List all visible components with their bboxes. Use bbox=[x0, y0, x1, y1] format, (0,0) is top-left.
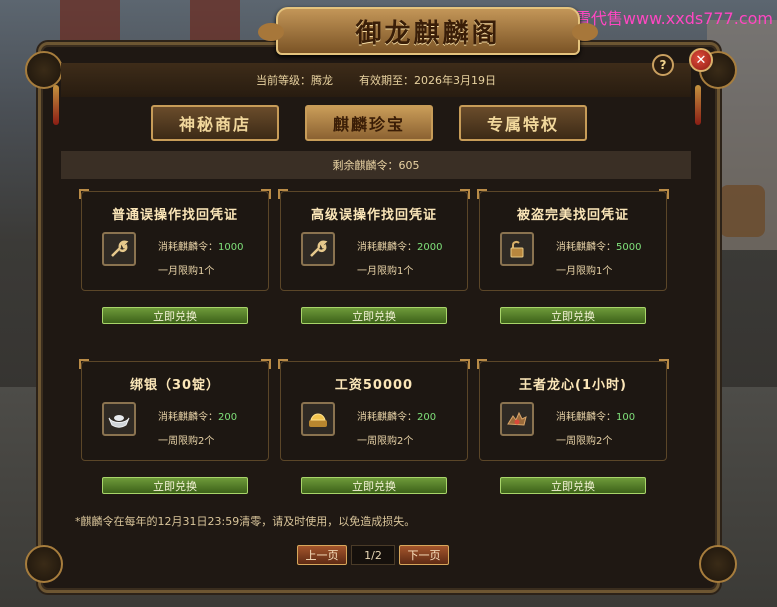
item-title: 绑银（30锭） bbox=[129, 378, 221, 393]
item-title: 工资50000 bbox=[334, 378, 414, 393]
cost-value: 100 bbox=[616, 412, 636, 423]
corner-ornament bbox=[25, 545, 63, 583]
card-corner bbox=[460, 189, 470, 199]
cost-label: 消耗麒麟令： bbox=[158, 412, 218, 423]
card-corner bbox=[278, 359, 288, 369]
cost-label: 消耗麒麟令： bbox=[556, 242, 616, 253]
item-title: 王者龙心(1小时) bbox=[519, 378, 627, 393]
purchase-limit: 一月限购1个 bbox=[357, 266, 414, 277]
next-page-button[interactable]: 下一页 bbox=[399, 545, 449, 565]
item-title: 被盗完美找回凭证 bbox=[516, 208, 629, 223]
exchange-button[interactable]: 立即兑换 bbox=[102, 477, 248, 494]
card-corner bbox=[477, 189, 487, 199]
item-cost: 消耗麒麟令：5000 bbox=[556, 238, 641, 253]
remaining-tokens: 剩余麒麟令：605 bbox=[61, 151, 691, 179]
item-cost: 消耗麒麟令：200 bbox=[357, 408, 436, 423]
exchange-button[interactable]: 立即兑换 bbox=[500, 307, 646, 324]
gold-ingot-icon[interactable] bbox=[301, 402, 335, 436]
tassel-decoration bbox=[695, 85, 701, 125]
corner-ornament bbox=[25, 51, 63, 89]
dragon-heart-icon[interactable] bbox=[500, 402, 534, 436]
status-bar: 当前等级：腾龙 有效期至：2026年3月19日 bbox=[61, 63, 691, 97]
card-corner bbox=[79, 189, 89, 199]
purchase-limit: 一月限购1个 bbox=[158, 266, 215, 277]
wrench-icon[interactable] bbox=[301, 232, 335, 266]
card-corner bbox=[261, 359, 271, 369]
item-cost: 消耗麒麟令：200 bbox=[158, 408, 237, 423]
tab-mystery-shop[interactable]: 神秘商店 bbox=[151, 105, 279, 141]
shop-item-card: 工资50000 消耗麒麟令：200 一周限购2个 bbox=[278, 359, 470, 461]
lock-icon[interactable] bbox=[500, 232, 534, 266]
wrench-icon[interactable] bbox=[102, 232, 136, 266]
cost-label: 消耗麒麟令： bbox=[158, 242, 218, 253]
cost-value: 1000 bbox=[218, 242, 244, 253]
card-corner bbox=[278, 189, 288, 199]
tab-bar: 神秘商店 麒麟珍宝 专属特权 bbox=[151, 105, 611, 143]
cost-label: 消耗麒麟令： bbox=[357, 242, 417, 253]
expire-date-text: 有效期至：2026年3月19日 bbox=[359, 74, 496, 87]
help-button[interactable]: ? bbox=[652, 54, 674, 76]
title-ornament bbox=[258, 23, 284, 41]
page-indicator: 1/2 bbox=[351, 545, 395, 565]
cost-label: 消耗麒麟令： bbox=[357, 412, 417, 423]
tab-exclusive-privilege[interactable]: 专属特权 bbox=[459, 105, 587, 141]
exchange-button[interactable]: 立即兑换 bbox=[500, 477, 646, 494]
shop-item-card: 普通误操作找回凭证 消耗麒麟令：1000 一月限购1个 bbox=[79, 189, 271, 291]
exchange-button[interactable]: 立即兑换 bbox=[301, 477, 447, 494]
cost-value: 200 bbox=[417, 412, 437, 423]
card-corner bbox=[659, 189, 669, 199]
cost-label: 消耗麒麟令： bbox=[556, 412, 616, 423]
card-corner bbox=[477, 359, 487, 369]
pagination: 上一页 1/2 下一页 bbox=[297, 545, 449, 565]
item-cost: 消耗麒麟令：1000 bbox=[158, 238, 243, 253]
tassel-decoration bbox=[53, 85, 59, 125]
purchase-limit: 一周限购2个 bbox=[357, 436, 414, 447]
card-corner bbox=[460, 359, 470, 369]
reset-notice: *麒麟令在每年的12月31日23:59清零，请及时使用，以免造成损失。 bbox=[75, 515, 416, 528]
cost-value: 5000 bbox=[616, 242, 642, 253]
card-corner bbox=[261, 189, 271, 199]
purchase-limit: 一月限购1个 bbox=[556, 266, 613, 277]
title-ornament bbox=[572, 23, 598, 41]
tab-qilin-treasure[interactable]: 麒麟珍宝 bbox=[305, 105, 433, 141]
shop-item-card: 高级误操作找回凭证 消耗麒麟令：2000 一月限购1个 bbox=[278, 189, 470, 291]
corner-ornament bbox=[699, 545, 737, 583]
purchase-limit: 一周限购2个 bbox=[556, 436, 613, 447]
window-title: 御龙麒麟阁 bbox=[355, 18, 501, 49]
card-corner bbox=[79, 359, 89, 369]
prev-page-button[interactable]: 上一页 bbox=[297, 545, 347, 565]
shop-item-card: 王者龙心(1小时) 消耗麒麟令：100 一周限购2个 bbox=[477, 359, 669, 461]
item-cost: 消耗麒麟令：100 bbox=[556, 408, 635, 423]
exchange-button[interactable]: 立即兑换 bbox=[301, 307, 447, 324]
background-barrel bbox=[720, 185, 765, 237]
cost-value: 200 bbox=[218, 412, 238, 423]
qilin-pavilion-window: 当前等级：腾龙 有效期至：2026年3月19日 御龙麒麟阁 ? ✕ 神秘商店 麒… bbox=[25, 7, 737, 593]
item-title: 普通误操作找回凭证 bbox=[111, 208, 238, 223]
exchange-button[interactable]: 立即兑换 bbox=[102, 307, 248, 324]
cost-value: 2000 bbox=[417, 242, 443, 253]
item-title: 高级误操作找回凭证 bbox=[310, 208, 437, 223]
shop-item-card: 绑银（30锭） 消耗麒麟令：200 一周限购2个 bbox=[79, 359, 271, 461]
close-button[interactable]: ✕ bbox=[689, 48, 713, 72]
purchase-limit: 一周限购2个 bbox=[158, 436, 215, 447]
shop-item-card: 被盗完美找回凭证 消耗麒麟令：5000 一月限购1个 bbox=[477, 189, 669, 291]
current-level-text: 当前等级：腾龙 bbox=[256, 74, 333, 87]
window-title-plate: 御龙麒麟阁 bbox=[258, 7, 598, 55]
card-corner bbox=[659, 359, 669, 369]
item-cost: 消耗麒麟令：2000 bbox=[357, 238, 442, 253]
silver-ingot-icon[interactable] bbox=[102, 402, 136, 436]
